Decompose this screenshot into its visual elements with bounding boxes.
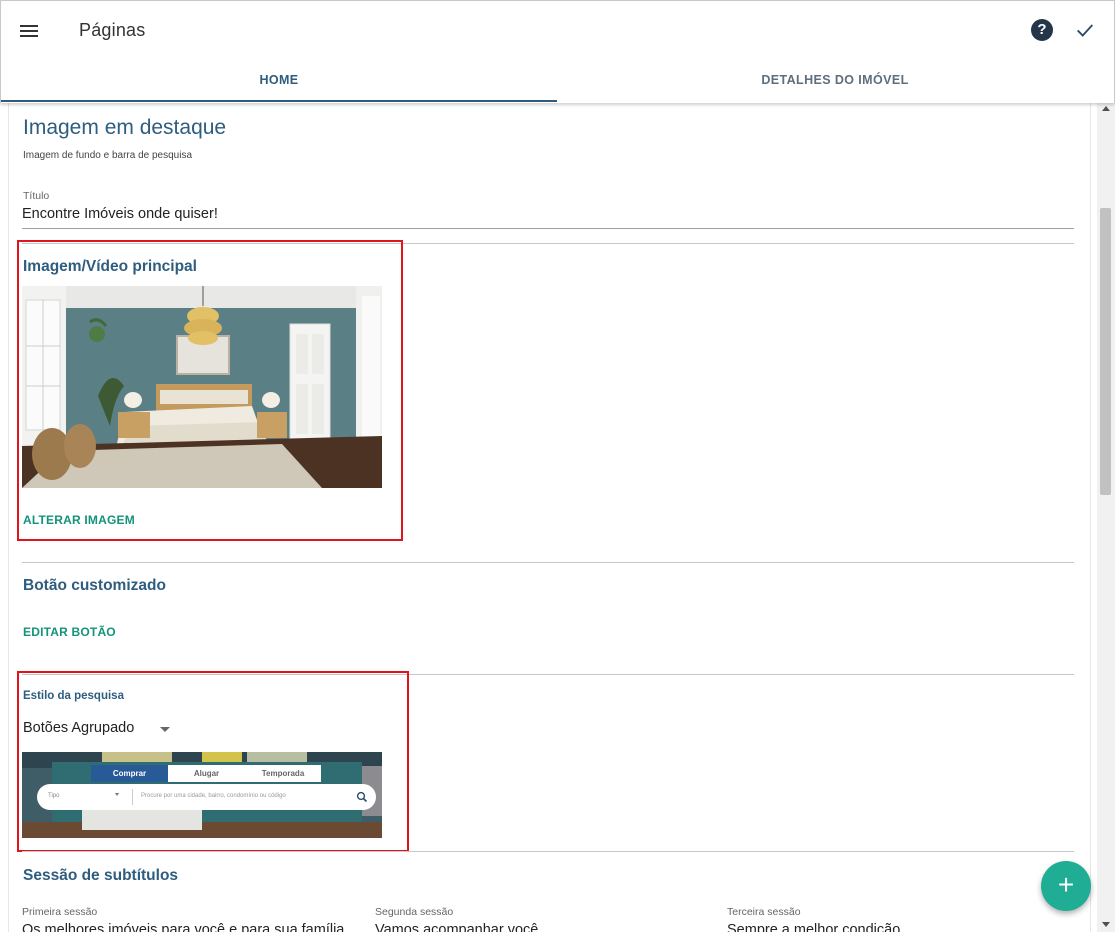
first-section-field[interactable]: Os melhores imóveis para você e para sua… bbox=[22, 922, 344, 932]
title-field-label: Título bbox=[23, 190, 50, 202]
active-tab-indicator bbox=[1, 100, 557, 102]
divider bbox=[22, 562, 1074, 563]
check-icon[interactable] bbox=[1074, 19, 1096, 41]
divider bbox=[22, 851, 1074, 852]
section-subtitle: Imagem de fundo e barra de pesquisa bbox=[23, 150, 192, 161]
app-bar: Páginas ? HOME DETALHES DO IMÓVEL bbox=[0, 0, 1115, 103]
scroll-thumb[interactable] bbox=[1100, 208, 1111, 495]
third-section-field[interactable]: Sempre a melhor condição bbox=[727, 922, 900, 932]
tab-home[interactable]: HOME bbox=[1, 59, 557, 103]
scroll-up-arrow-icon[interactable] bbox=[1102, 106, 1110, 111]
title-field[interactable]: Encontre Imóveis onde quiser! bbox=[22, 206, 218, 222]
section-title-subtitles: Sessão de subtítulos bbox=[23, 867, 179, 884]
second-section-field[interactable]: Vamos acompanhar você bbox=[375, 922, 538, 932]
plus-icon: + bbox=[1057, 869, 1075, 900]
first-section-label: Primeira sessão bbox=[22, 906, 98, 918]
highlight-box-search-style bbox=[17, 671, 409, 852]
highlight-box-main-media bbox=[17, 240, 403, 541]
second-section-label: Segunda sessão bbox=[375, 906, 454, 918]
page-title: Páginas bbox=[79, 20, 146, 40]
tab-bar: HOME DETALHES DO IMÓVEL bbox=[1, 59, 1114, 103]
add-button[interactable]: + bbox=[1041, 861, 1091, 911]
menu-icon[interactable] bbox=[17, 19, 41, 43]
scrollbar[interactable] bbox=[1097, 103, 1115, 932]
scroll-down-arrow-icon[interactable] bbox=[1102, 922, 1110, 927]
edit-button-link[interactable]: EDITAR BOTÃO bbox=[23, 625, 116, 639]
help-icon[interactable]: ? bbox=[1031, 19, 1053, 41]
third-section-label: Terceira sessão bbox=[727, 906, 801, 918]
section-title-featured-image: Imagem em destaque bbox=[23, 116, 227, 139]
tab-property-details[interactable]: DETALHES DO IMÓVEL bbox=[557, 59, 1113, 103]
title-field-underline bbox=[22, 228, 1074, 229]
section-title-custom-button: Botão customizado bbox=[23, 577, 166, 594]
